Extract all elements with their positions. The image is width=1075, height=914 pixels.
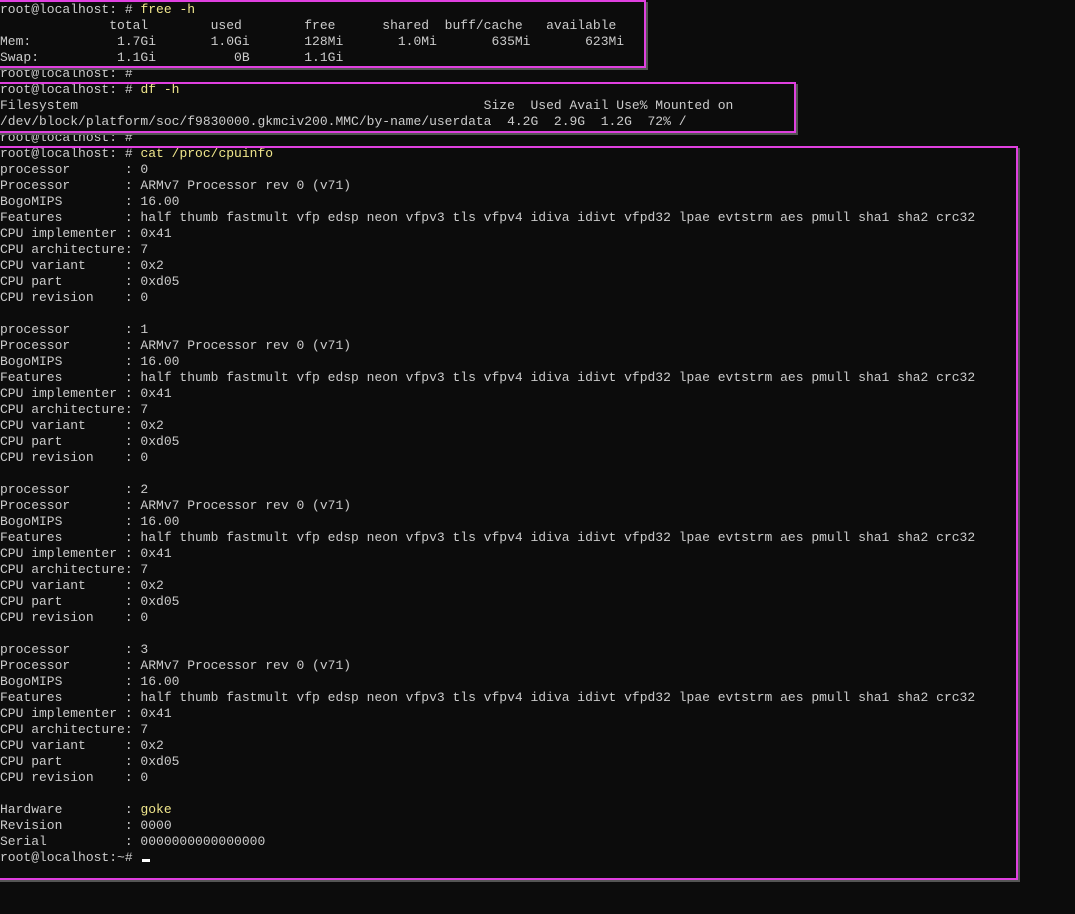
command-df: df -h <box>140 82 180 97</box>
cpu-model: Processor : ARMv7 Processor rev 0 (v71) <box>0 338 352 353</box>
cpu-features: Features : half thumb fastmult vfp edsp … <box>0 530 976 545</box>
cpu-bogomips: BogoMIPS : 16.00 <box>0 514 180 529</box>
text-cursor[interactable] <box>142 859 151 862</box>
prompt-line: root@localhost: # <box>0 130 141 145</box>
cpu-architecture: CPU architecture: 7 <box>0 402 149 417</box>
cpu-bogomips: BogoMIPS : 16.00 <box>0 354 180 369</box>
cpu-part: CPU part : 0xd05 <box>0 274 180 289</box>
prompt-line: root@localhost: # <box>0 66 141 81</box>
hardware-line: Hardware : goke <box>0 802 1075 818</box>
cpu-revision: CPU revision : 0 <box>0 770 149 785</box>
cpu-part: CPU part : 0xd05 <box>0 594 180 609</box>
free-swap-row: Swap: 1.1Gi 0B 1.1Gi <box>0 50 344 65</box>
cpu-processor: processor : 0 <box>0 162 149 177</box>
final-prompt: root@localhost:~# <box>0 850 141 865</box>
cpu-features: Features : half thumb fastmult vfp edsp … <box>0 690 976 705</box>
cpu-block-1: processor : 1 Processor : ARMv7 Processo… <box>0 322 1075 482</box>
cpu-processor: processor : 3 <box>0 642 149 657</box>
command-cpuinfo: cat /proc/cpuinfo <box>140 146 274 161</box>
prompt-line: root@localhost:~# <box>0 850 1075 866</box>
free-mem-row: Mem: 1.7Gi 1.0Gi 128Mi 1.0Mi 635Mi 623Mi <box>0 34 625 49</box>
revision-line: Revision : 0000 <box>0 818 172 833</box>
cpu-implementer: CPU implementer : 0x41 <box>0 386 172 401</box>
df-header: Filesystem Size Used Avail Use% Mounted … <box>0 98 734 113</box>
cpu-block-0: processor : 0 Processor : ARMv7 Processo… <box>0 162 1075 322</box>
prompt: root@localhost: # <box>0 146 141 161</box>
cpu-model: Processor : ARMv7 Processor rev 0 (v71) <box>0 498 352 513</box>
cpu-part: CPU part : 0xd05 <box>0 434 180 449</box>
cpu-variant: CPU variant : 0x2 <box>0 578 164 593</box>
cpu-implementer: CPU implementer : 0x41 <box>0 706 172 721</box>
cpu-bogomips: BogoMIPS : 16.00 <box>0 194 180 209</box>
cpu-revision: CPU revision : 0 <box>0 450 149 465</box>
prompt-line: root@localhost: # cat /proc/cpuinfo <box>0 146 1075 162</box>
serial-line: Serial : 0000000000000000 <box>0 834 266 849</box>
cpu-implementer: CPU implementer : 0x41 <box>0 546 172 561</box>
cpu-block-2: processor : 2 Processor : ARMv7 Processo… <box>0 482 1075 642</box>
cpu-revision: CPU revision : 0 <box>0 290 149 305</box>
cpu-variant: CPU variant : 0x2 <box>0 418 164 433</box>
cpu-revision: CPU revision : 0 <box>0 610 149 625</box>
cpu-model: Processor : ARMv7 Processor rev 0 (v71) <box>0 658 352 673</box>
cpu-part: CPU part : 0xd05 <box>0 754 180 769</box>
hardware-value: goke <box>140 802 172 817</box>
cpu-variant: CPU variant : 0x2 <box>0 258 164 273</box>
prompt: root@localhost: # <box>0 2 141 17</box>
cpu-features: Features : half thumb fastmult vfp edsp … <box>0 370 976 385</box>
free-header: total used free shared buff/cache availa… <box>0 18 617 33</box>
cpu-architecture: CPU architecture: 7 <box>0 722 149 737</box>
prompt-line: root@localhost: # df -h <box>0 82 1075 98</box>
df-row: /dev/block/platform/soc/f9830000.gkmciv2… <box>0 114 687 129</box>
cpu-bogomips: BogoMIPS : 16.00 <box>0 674 180 689</box>
cpu-implementer: CPU implementer : 0x41 <box>0 226 172 241</box>
terminal-output[interactable]: root@localhost: # free -h total used fre… <box>0 2 1075 866</box>
prompt: root@localhost: # <box>0 82 141 97</box>
prompt-line: root@localhost: # free -h <box>0 2 1075 18</box>
cpu-block-3: processor : 3 Processor : ARMv7 Processo… <box>0 642 1075 802</box>
hardware-label: Hardware : <box>0 802 141 817</box>
cpu-architecture: CPU architecture: 7 <box>0 242 149 257</box>
command-free: free -h <box>140 2 196 17</box>
cpu-processor: processor : 1 <box>0 322 149 337</box>
cpu-features: Features : half thumb fastmult vfp edsp … <box>0 210 976 225</box>
cpu-architecture: CPU architecture: 7 <box>0 562 149 577</box>
cpu-variant: CPU variant : 0x2 <box>0 738 164 753</box>
cpu-model: Processor : ARMv7 Processor rev 0 (v71) <box>0 178 352 193</box>
cpu-processor: processor : 2 <box>0 482 149 497</box>
